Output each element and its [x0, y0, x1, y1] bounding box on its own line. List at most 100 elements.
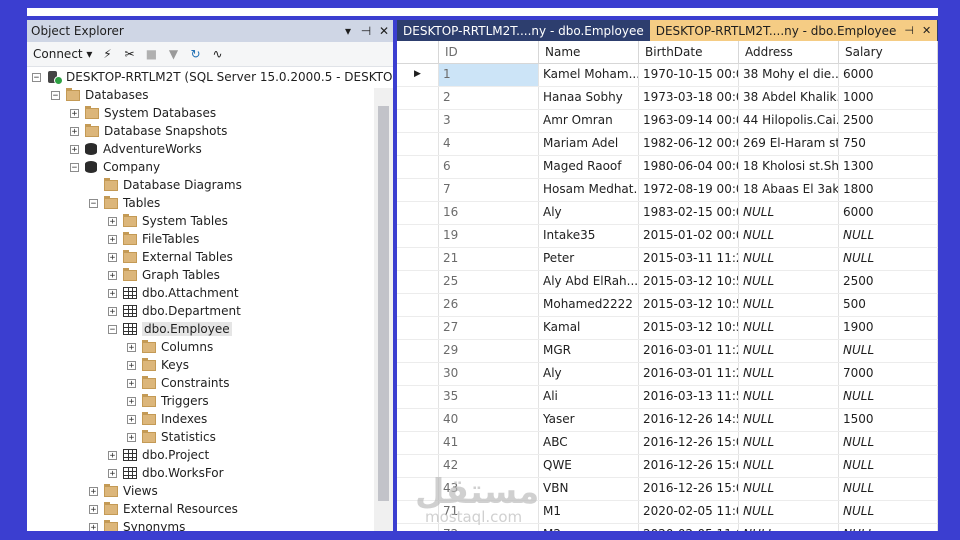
row-selector[interactable] — [397, 87, 439, 109]
expand-icon[interactable]: + — [127, 360, 136, 370]
expand-icon[interactable]: + — [70, 144, 79, 154]
table-row[interactable]: 41ABC2016-12-26 15:0...NULLNULL — [397, 432, 938, 455]
refresh-icon[interactable]: ↻ — [184, 44, 206, 64]
table-cell[interactable]: 30 — [439, 363, 539, 385]
table-row[interactable]: ▶1Kamel Moham...1970-10-15 00:0...38 Moh… — [397, 64, 938, 87]
table-row[interactable]: 6Maged Raoof1980-06-04 00:0...18 Kholosi… — [397, 156, 938, 179]
current-row-indicator-icon[interactable]: ▶ — [397, 64, 439, 86]
row-selector[interactable] — [397, 363, 439, 385]
table-row[interactable]: 16Aly1983-02-15 00:0...NULL6000 — [397, 202, 938, 225]
table-cell[interactable]: NULL — [739, 432, 839, 454]
tree-node[interactable]: Database Diagrams — [89, 176, 242, 194]
table-cell[interactable]: 1963-09-14 00:0... — [639, 110, 739, 132]
tree-node[interactable]: + Keys — [127, 356, 189, 374]
table-row[interactable]: 40Yaser2016-12-26 14:5...NULL1500 — [397, 409, 938, 432]
table-cell[interactable]: NULL — [739, 294, 839, 316]
tree-node[interactable]: + External Tables — [108, 248, 233, 266]
expand-icon[interactable]: + — [108, 468, 117, 478]
table-cell[interactable]: 6 — [439, 156, 539, 178]
tree-node[interactable]: + Statistics — [127, 428, 216, 446]
expand-icon[interactable]: + — [108, 306, 117, 316]
activity-monitor-icon[interactable]: ∿ — [206, 44, 228, 64]
table-cell[interactable]: M1 — [539, 501, 639, 523]
column-header[interactable]: ID — [439, 41, 539, 63]
table-cell[interactable]: 27 — [439, 317, 539, 339]
row-selector[interactable] — [397, 156, 439, 178]
table-cell[interactable]: NULL — [839, 386, 938, 408]
table-row[interactable]: 2Hanaa Sobhy1973-03-18 00:0...38 Abdel K… — [397, 87, 938, 110]
table-cell[interactable]: 7 — [439, 179, 539, 201]
tree-node[interactable]: − Databases — [51, 86, 149, 104]
tree-node[interactable]: + dbo.Department — [108, 302, 241, 320]
tree-node[interactable]: + Columns — [127, 338, 213, 356]
expand-icon[interactable]: + — [70, 126, 79, 136]
table-cell[interactable]: 1900 — [839, 317, 938, 339]
tree-node[interactable]: + FileTables — [108, 230, 199, 248]
table-cell[interactable]: Aly — [539, 202, 639, 224]
table-cell[interactable]: 44 Hilopolis.Cai... — [739, 110, 839, 132]
expand-icon[interactable]: + — [89, 486, 98, 496]
table-cell[interactable]: 2020-02-05 11:0... — [639, 501, 739, 523]
row-selector[interactable] — [397, 110, 439, 132]
table-cell[interactable]: 35 — [439, 386, 539, 408]
table-cell[interactable]: QWE — [539, 455, 639, 477]
table-cell[interactable]: Aly Abd ElRah... — [539, 271, 639, 293]
table-cell[interactable]: NULL — [739, 225, 839, 247]
table-cell[interactable]: 18 Kholosi st.Sh... — [739, 156, 839, 178]
table-cell[interactable]: M2 — [539, 524, 639, 531]
expand-icon[interactable]: + — [108, 270, 117, 280]
table-cell[interactable]: 2015-03-11 11:2... — [639, 248, 739, 270]
table-cell[interactable]: NULL — [839, 225, 938, 247]
row-selector[interactable] — [397, 225, 439, 247]
table-cell[interactable]: 1972-08-19 00:0... — [639, 179, 739, 201]
expand-icon[interactable]: + — [108, 252, 117, 262]
table-cell[interactable]: 1 — [439, 64, 539, 86]
table-cell[interactable]: 269 El-Haram st... — [739, 133, 839, 155]
tree-node[interactable]: + System Databases — [70, 104, 216, 122]
table-cell[interactable]: 16 — [439, 202, 539, 224]
table-cell[interactable]: 38 Abdel Khalik... — [739, 87, 839, 109]
expand-icon[interactable]: + — [89, 504, 98, 514]
tree-node[interactable]: + Views — [89, 482, 158, 500]
table-cell[interactable]: 500 — [839, 294, 938, 316]
table-row[interactable]: 7Hosam Medhat...1972-08-19 00:0...18 Aba… — [397, 179, 938, 202]
stop-icon[interactable]: ■ — [140, 44, 162, 64]
row-selector-header[interactable] — [397, 41, 439, 63]
table-cell[interactable]: NULL — [839, 432, 938, 454]
row-selector[interactable] — [397, 202, 439, 224]
table-cell[interactable]: VBN — [539, 478, 639, 500]
expand-icon[interactable]: + — [108, 234, 117, 244]
row-selector[interactable] — [397, 340, 439, 362]
document-tab[interactable]: DESKTOP-RRTLM2T....ny - dbo.Employee ⊣ ✕ — [649, 20, 938, 41]
pin-icon[interactable]: ⊣ — [904, 24, 914, 37]
table-cell[interactable]: NULL — [739, 363, 839, 385]
table-cell[interactable]: 2500 — [839, 271, 938, 293]
table-cell[interactable]: NULL — [739, 455, 839, 477]
table-row[interactable]: 27Kamal2015-03-12 10:5...NULL1900 — [397, 317, 938, 340]
expand-icon[interactable]: + — [108, 450, 117, 460]
table-cell[interactable]: NULL — [839, 248, 938, 270]
collapse-icon[interactable]: − — [89, 198, 98, 208]
table-cell[interactable]: 6000 — [839, 202, 938, 224]
table-cell[interactable]: 26 — [439, 294, 539, 316]
table-cell[interactable]: 1500 — [839, 409, 938, 431]
table-cell[interactable]: 40 — [439, 409, 539, 431]
table-cell[interactable]: NULL — [739, 248, 839, 270]
table-cell[interactable]: 1000 — [839, 87, 938, 109]
close-icon[interactable]: ✕ — [922, 24, 931, 37]
table-cell[interactable]: NULL — [739, 317, 839, 339]
table-row[interactable]: 3Amr Omran1963-09-14 00:0...44 Hilopolis… — [397, 110, 938, 133]
table-cell[interactable]: NULL — [739, 340, 839, 362]
table-row[interactable]: 30Aly2016-03-01 11:2...NULL7000 — [397, 363, 938, 386]
pin-icon[interactable]: ⊣ — [357, 24, 375, 38]
row-selector[interactable] — [397, 317, 439, 339]
table-cell[interactable]: Mohamed2222 ... — [539, 294, 639, 316]
table-cell[interactable]: Mariam Adel — [539, 133, 639, 155]
table-cell[interactable]: 3 — [439, 110, 539, 132]
table-cell[interactable]: 2016-12-26 15:0... — [639, 455, 739, 477]
tree-node[interactable]: + Constraints — [127, 374, 229, 392]
table-row[interactable]: 29MGR2016-03-01 11:2...NULLNULL — [397, 340, 938, 363]
table-row[interactable]: 25Aly Abd ElRah...2015-03-12 10:5...NULL… — [397, 271, 938, 294]
object-explorer-scrollbar[interactable] — [374, 88, 393, 531]
table-cell[interactable]: Peter — [539, 248, 639, 270]
